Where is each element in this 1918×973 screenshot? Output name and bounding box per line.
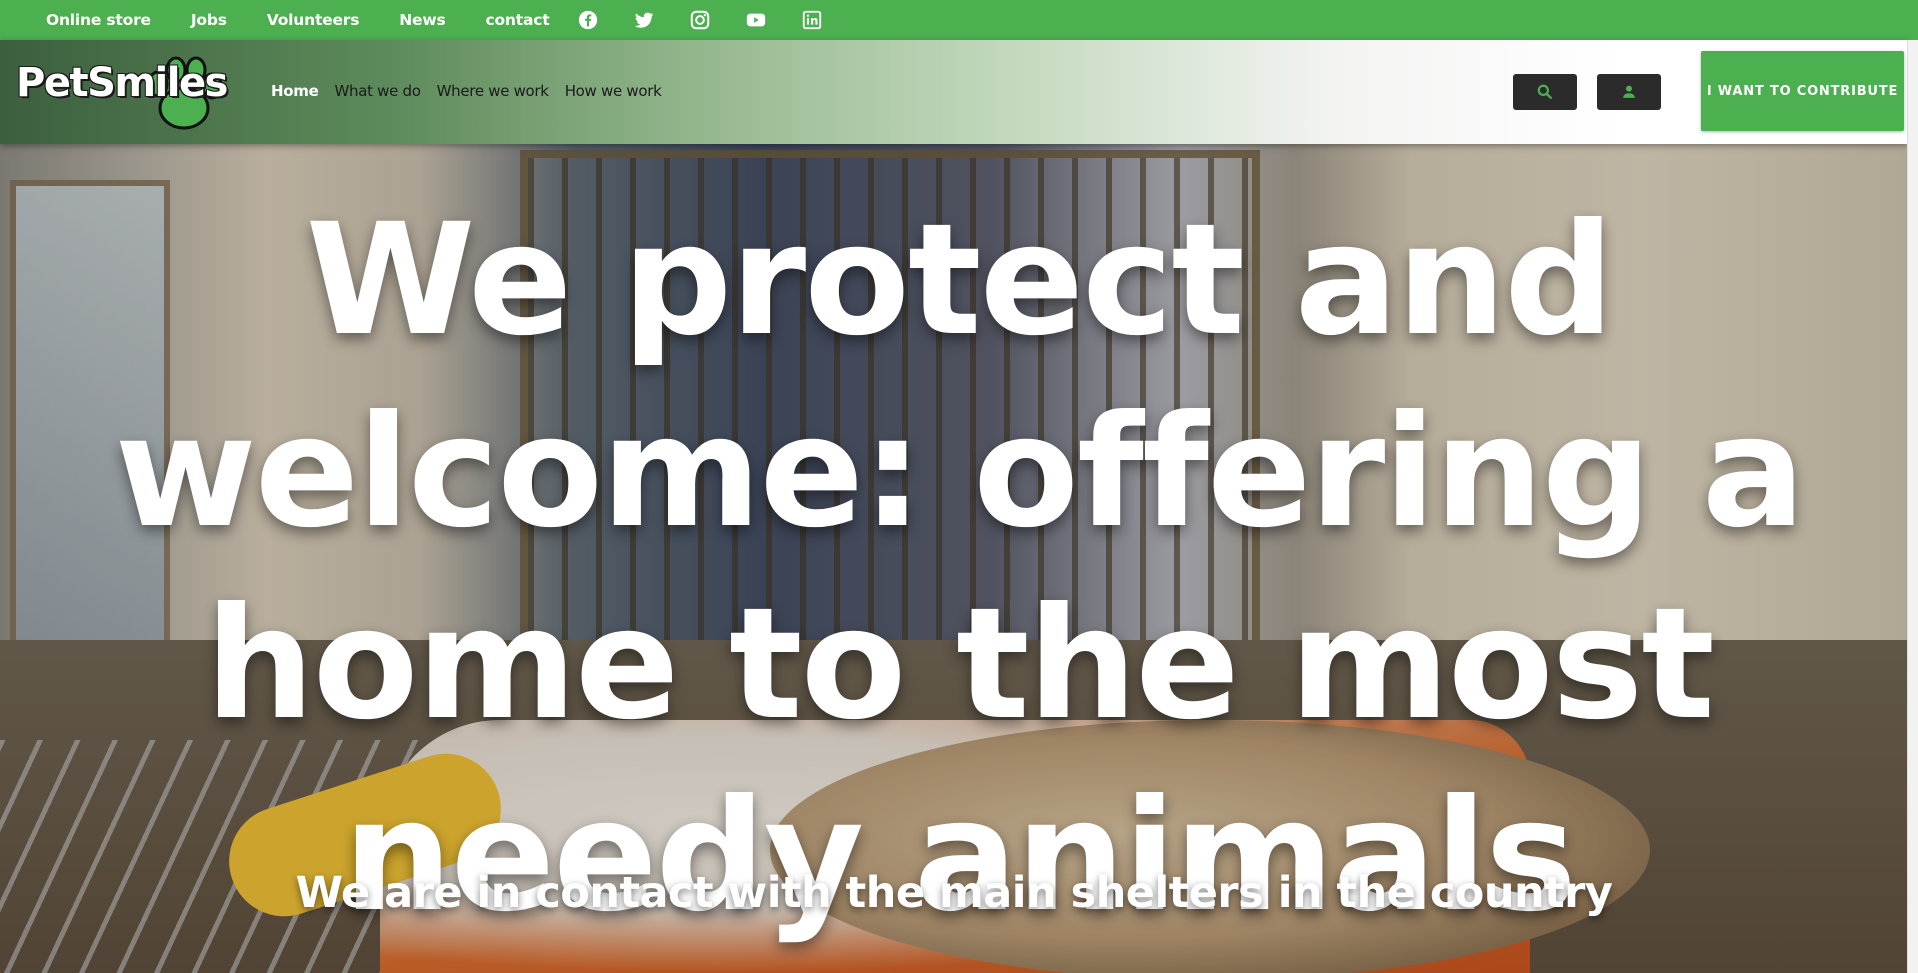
logo-text: PetSmiles <box>16 60 228 106</box>
top-bar: Online store Jobs Volunteers News contac… <box>0 0 1918 40</box>
nav-how-we-work[interactable]: How we work <box>565 82 662 100</box>
top-link-news[interactable]: News <box>399 11 445 29</box>
hero-subline: We are in contact with the main shelters… <box>295 868 1613 918</box>
top-link-volunteers[interactable]: Volunteers <box>267 11 360 29</box>
top-links: Online store Jobs Volunteers News contac… <box>46 11 589 29</box>
account-button[interactable] <box>1597 74 1661 110</box>
main-header: PetSmiles Home What we do Where we work … <box>0 40 1908 144</box>
twitter-icon[interactable] <box>633 9 655 31</box>
scrollbar[interactable] <box>1907 40 1918 973</box>
search-icon <box>1537 84 1552 99</box>
nav-where-we-work[interactable]: Where we work <box>437 82 549 100</box>
nav-home[interactable]: Home <box>271 82 319 100</box>
user-icon <box>1623 85 1635 98</box>
social-links <box>577 9 857 31</box>
hero-headline: We protect and welcome: offering a home … <box>114 191 1805 946</box>
top-link-contact[interactable]: contact <box>485 11 549 29</box>
main-nav: Home What we do Where we work How we wor… <box>271 82 677 100</box>
search-button[interactable] <box>1513 74 1577 110</box>
petsmiles-logo[interactable]: PetSmiles <box>16 52 228 130</box>
linkedin-icon[interactable] <box>801 9 823 31</box>
top-link-jobs[interactable]: Jobs <box>191 11 227 29</box>
facebook-icon[interactable] <box>577 9 599 31</box>
instagram-icon[interactable] <box>689 9 711 31</box>
nav-what-we-do[interactable]: What we do <box>334 82 420 100</box>
top-link-online-store[interactable]: Online store <box>46 11 151 29</box>
contribute-button[interactable]: I WANT TO CONTRIBUTE <box>1701 51 1904 131</box>
youtube-icon[interactable] <box>745 9 767 31</box>
